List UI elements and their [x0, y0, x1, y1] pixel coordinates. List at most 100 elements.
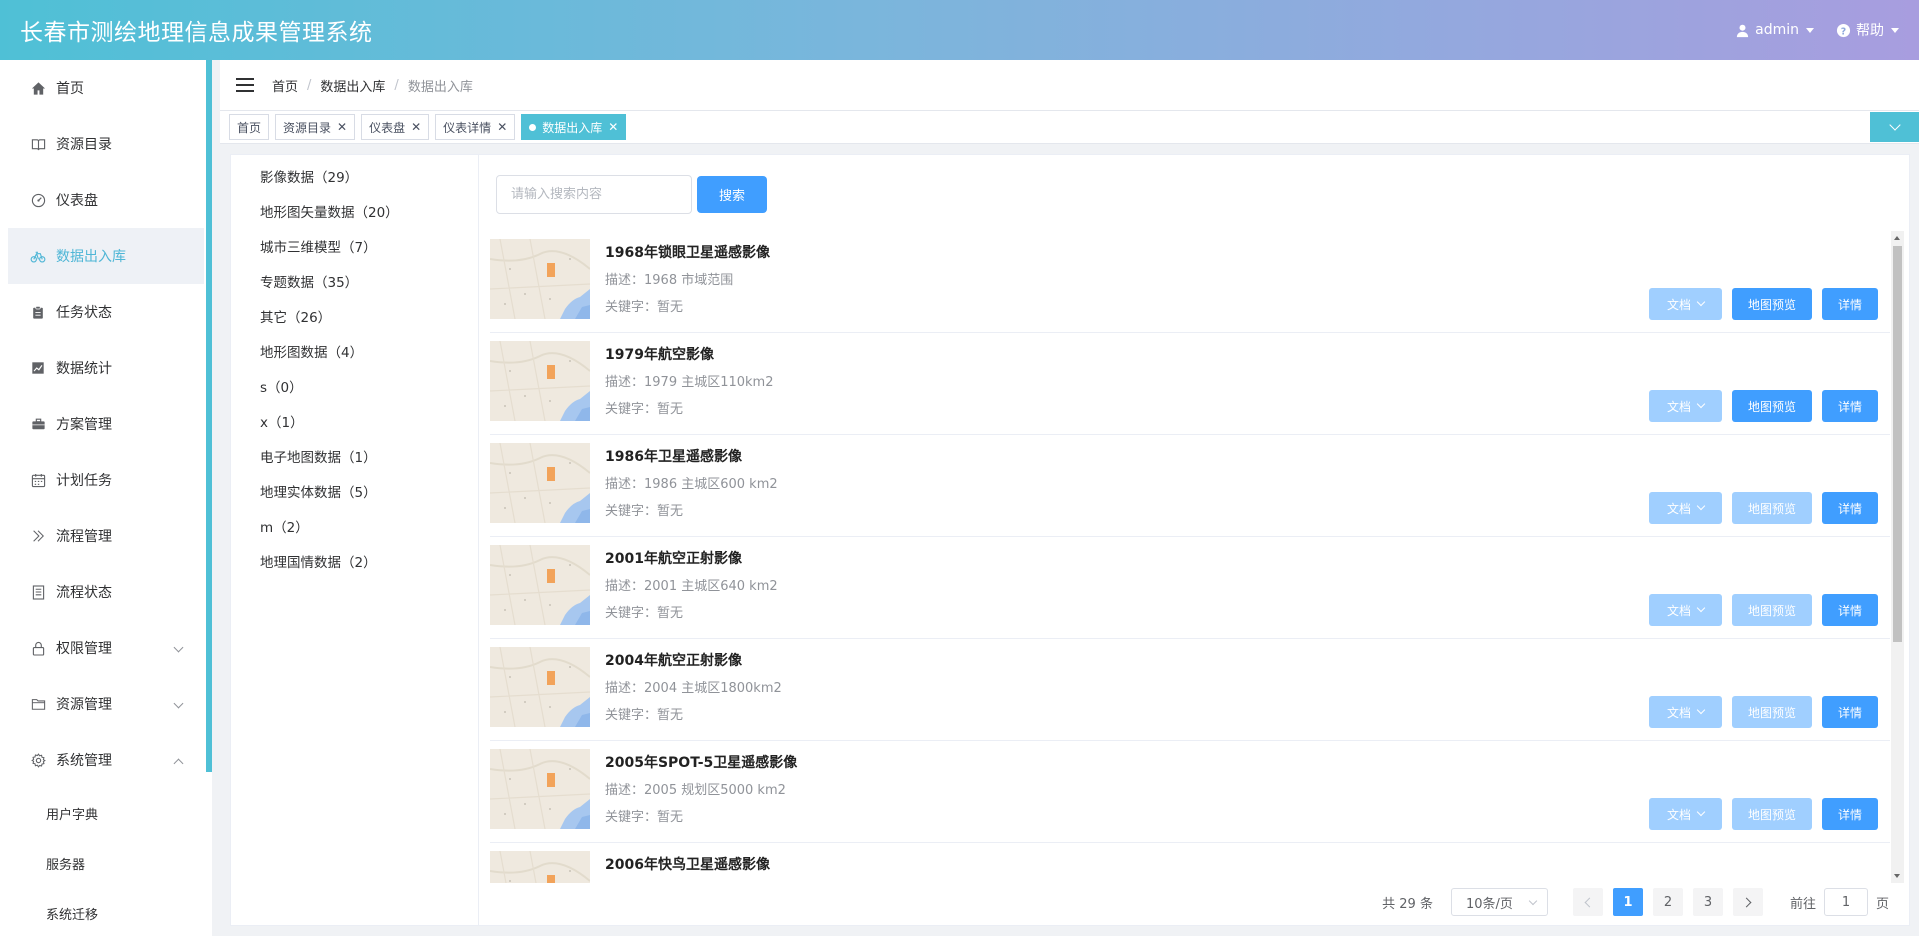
result-title[interactable]: 2001年航空正射影像: [605, 548, 742, 568]
map-preview-button[interactable]: 地图预览: [1732, 288, 1812, 320]
category-item[interactable]: s（0）: [231, 371, 478, 406]
prev-page-button[interactable]: [1572, 888, 1603, 916]
category-item[interactable]: m（2）: [231, 511, 478, 546]
result-title[interactable]: 1968年锁眼卫星遥感影像: [605, 242, 770, 262]
doc-dropdown-button[interactable]: 文档: [1649, 594, 1722, 626]
page-size-select[interactable]: 10条/页: [1450, 888, 1548, 916]
chevron-down-icon: [1696, 705, 1706, 715]
sidebar-item-process-status[interactable]: 流程状态: [0, 564, 204, 620]
tag-dashboard[interactable]: 仪表盘 ✕: [361, 114, 430, 140]
sidebar-subitem-system-migration[interactable]: 系统迁移: [0, 888, 212, 936]
category-item[interactable]: 地形图数据（4）: [231, 336, 478, 371]
sidebar-item-permission-management[interactable]: 权限管理: [0, 620, 204, 676]
results-scrollbar[interactable]: [1891, 231, 1904, 883]
doc-dropdown-button[interactable]: 文档: [1649, 492, 1722, 524]
map-preview-button[interactable]: 地图预览: [1732, 696, 1812, 728]
doc-dropdown-button[interactable]: 文档: [1649, 288, 1722, 320]
tag-home[interactable]: 首页: [229, 114, 270, 140]
category-item[interactable]: 地理国情数据（2）: [231, 546, 478, 581]
result-thumbnail[interactable]: [490, 647, 590, 727]
sidebar-item-plan-management[interactable]: 方案管理: [0, 396, 204, 452]
result-item: 1986年卫星遥感影像 描述：1986 主城区600 km2 关键字：暂无 文档…: [490, 435, 1890, 537]
category-item[interactable]: 地形图矢量数据（20）: [231, 196, 478, 231]
page-button-3[interactable]: 3: [1692, 888, 1723, 916]
close-icon[interactable]: ✕: [337, 120, 347, 134]
help-menu[interactable]: ? 帮助: [1836, 20, 1899, 40]
tag-resource-catalog[interactable]: 资源目录 ✕: [275, 114, 356, 140]
sidebar-item-data-inout[interactable]: 数据出入库: [8, 228, 204, 284]
category-item[interactable]: 专题数据（35）: [231, 266, 478, 301]
map-preview-button[interactable]: 地图预览: [1732, 492, 1812, 524]
sidebar-item-resource-management[interactable]: 资源管理: [0, 676, 204, 732]
detail-button[interactable]: 详情: [1822, 798, 1878, 830]
detail-button[interactable]: 详情: [1822, 492, 1878, 524]
result-title[interactable]: 2006年快鸟卫星遥感影像: [605, 854, 770, 874]
breadcrumb-data-inout[interactable]: 数据出入库: [320, 76, 385, 95]
close-icon[interactable]: ✕: [497, 120, 507, 134]
category-item[interactable]: 地理实体数据（5）: [231, 476, 478, 511]
calendar-icon: [30, 472, 46, 488]
sidebar-item-scheduled-tasks[interactable]: 计划任务: [0, 452, 204, 508]
app-title: 长春市测绘地理信息成果管理系统: [20, 20, 373, 46]
breadcrumb-home[interactable]: 首页: [272, 76, 298, 95]
result-description: 描述：2004 主城区1800km2: [605, 681, 782, 696]
sidebar-item-home[interactable]: 首页: [0, 60, 204, 116]
next-page-button[interactable]: [1732, 888, 1763, 916]
search-button[interactable]: 搜索: [697, 176, 767, 213]
tags-expand-button[interactable]: [1870, 112, 1919, 142]
gear-icon: [30, 752, 46, 768]
close-icon[interactable]: ✕: [411, 120, 421, 134]
detail-button[interactable]: 详情: [1822, 390, 1878, 422]
detail-button[interactable]: 详情: [1822, 696, 1878, 728]
sidebar-item-system-management[interactable]: 系统管理: [0, 732, 204, 788]
scroll-up-icon[interactable]: [1894, 236, 1900, 240]
map-preview-button[interactable]: 地图预览: [1732, 594, 1812, 626]
search-input[interactable]: [496, 175, 692, 214]
goto-page-input[interactable]: [1823, 888, 1868, 916]
detail-button[interactable]: 详情: [1822, 594, 1878, 626]
result-keywords: 关键字：暂无: [605, 606, 684, 621]
detail-button[interactable]: 详情: [1822, 288, 1878, 320]
tag-data-inout[interactable]: 数据出入库 ✕: [521, 114, 627, 140]
map-preview-button[interactable]: 地图预览: [1732, 798, 1812, 830]
caret-down-icon: [1806, 27, 1814, 33]
scroll-down-icon[interactable]: [1894, 874, 1900, 878]
result-thumbnail[interactable]: [490, 545, 590, 625]
result-title[interactable]: 1979年航空影像: [605, 344, 714, 364]
result-thumbnail[interactable]: [490, 749, 590, 829]
sidebar-subitem-user-dictionary[interactable]: 用户字典: [0, 788, 212, 838]
category-item[interactable]: 电子地图数据（1）: [231, 441, 478, 476]
result-thumbnail[interactable]: [490, 851, 590, 883]
sidebar-item-data-stats[interactable]: 数据统计: [0, 340, 204, 396]
category-item[interactable]: 城市三维模型（7）: [231, 231, 478, 266]
page-button-2[interactable]: 2: [1652, 888, 1683, 916]
doc-dropdown-button[interactable]: 文档: [1649, 696, 1722, 728]
user-menu[interactable]: admin: [1735, 22, 1814, 38]
tag-dashboard-detail[interactable]: 仪表详情 ✕: [435, 114, 516, 140]
result-keywords: 关键字：暂无: [605, 402, 684, 417]
doc-dropdown-button[interactable]: 文档: [1649, 390, 1722, 422]
page-button-1[interactable]: 1: [1612, 888, 1643, 916]
sidebar-item-resource-catalog[interactable]: 资源目录: [0, 116, 204, 172]
result-thumbnail[interactable]: [490, 239, 590, 319]
close-icon[interactable]: ✕: [608, 120, 618, 134]
result-thumbnail[interactable]: [490, 341, 590, 421]
scroll-thumb[interactable]: [1893, 246, 1902, 642]
sidebar-subitem-server[interactable]: 服务器: [0, 838, 212, 888]
result-title[interactable]: 2004年航空正射影像: [605, 650, 742, 670]
result-title[interactable]: 1986年卫星遥感影像: [605, 446, 742, 466]
category-item[interactable]: x（1）: [231, 406, 478, 441]
category-item[interactable]: 其它（26）: [231, 301, 478, 336]
hamburger-icon[interactable]: [236, 78, 254, 92]
result-title[interactable]: 2005年SPOT-5卫星遥感影像: [605, 752, 797, 772]
map-preview-button[interactable]: 地图预览: [1732, 390, 1812, 422]
category-item[interactable]: 影像数据（29）: [231, 161, 478, 196]
sidebar-item-process-management[interactable]: 流程管理: [0, 508, 204, 564]
sidebar-item-dashboard[interactable]: 仪表盘: [0, 172, 204, 228]
result-item: 2005年SPOT-5卫星遥感影像 描述：2005 规划区5000 km2 关键…: [490, 741, 1890, 843]
result-actions: 文档 地图预览 详情: [1649, 390, 1878, 422]
sidebar-item-task-status[interactable]: 任务状态: [0, 284, 204, 340]
sidebar-scrollbar[interactable]: [206, 60, 212, 772]
doc-dropdown-button[interactable]: 文档: [1649, 798, 1722, 830]
result-thumbnail[interactable]: [490, 443, 590, 523]
